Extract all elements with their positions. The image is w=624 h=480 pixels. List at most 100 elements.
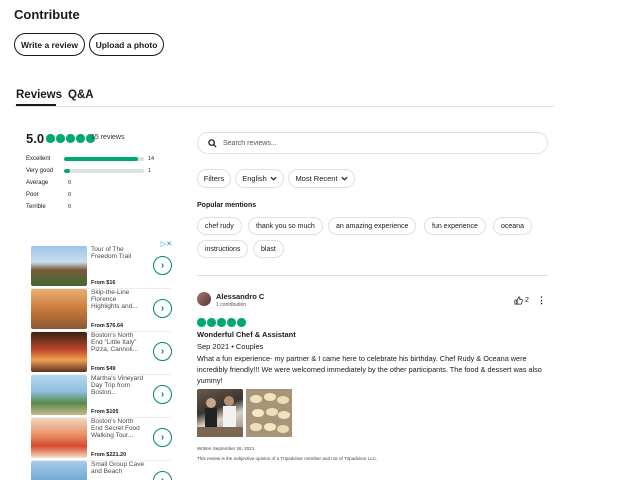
photo-pasta-image	[246, 389, 292, 437]
review-photo[interactable]	[246, 389, 292, 437]
chevron-right-icon[interactable]: ›	[153, 342, 172, 361]
ad-title[interactable]: Tour of The Freedom Trail	[91, 246, 146, 260]
avatar[interactable]	[197, 292, 211, 306]
rating-row-count: 0	[68, 192, 72, 198]
rating-bubble-icon	[66, 134, 75, 143]
mention-chip[interactable]: thank you so much	[248, 217, 323, 235]
review-title[interactable]: Wonderful Chef & Assistant	[197, 330, 296, 339]
ad-panel: ▷✕ Tour of The Freedom Trail From $16 › Ski…	[26, 240, 174, 480]
tabs-divider	[14, 106, 554, 107]
chevron-down-icon	[341, 176, 348, 181]
ad-image[interactable]	[31, 461, 87, 480]
tab-active-indicator	[16, 104, 56, 106]
photo-people-image	[197, 396, 243, 437]
ad-price: From $221.20	[91, 452, 127, 458]
rating-row-count: 0	[68, 180, 72, 186]
review-count: 15 reviews	[91, 134, 125, 141]
ad-image[interactable]	[31, 332, 87, 372]
ad-item[interactable]: Skip-the-Line Florence Highlights and...…	[31, 289, 172, 329]
helpful-count: 2	[525, 297, 529, 304]
chevron-down-icon	[270, 176, 277, 181]
rating-bubble-icon	[237, 318, 246, 327]
ad-image[interactable]	[31, 375, 87, 415]
rating-bubble-icon	[197, 318, 206, 327]
ad-item[interactable]: Small Group Cave and Beach ›	[31, 461, 172, 480]
ad-item[interactable]: Martha's Vineyard Day Trip from Boston..…	[31, 375, 172, 415]
ad-item[interactable]: Boston's North End Secret Food Walking T…	[31, 418, 172, 458]
ad-title[interactable]: Boston's North End "Little Italy" Pizza,…	[91, 332, 146, 353]
contribute-title: Contribute	[14, 7, 80, 22]
review-photo[interactable]	[197, 389, 243, 437]
ad-image[interactable]	[31, 289, 87, 329]
ad-title[interactable]: Skip-the-Line Florence Highlights and...	[91, 289, 146, 310]
rating-row[interactable]: Terrible 0	[26, 204, 71, 210]
tab-qa[interactable]: Q&A	[68, 89, 94, 101]
popular-mentions-title: Popular mentions	[197, 202, 257, 209]
rating-row[interactable]: Poor 0	[26, 192, 71, 198]
written-date: Written September 26, 2021	[197, 446, 255, 451]
ad-price: From $105	[91, 409, 119, 415]
search-input[interactable]	[223, 139, 523, 147]
rating-bubble-icon	[46, 134, 55, 143]
upload-photo-button[interactable]: Upload a photo	[89, 33, 164, 56]
mention-chip[interactable]: instructions	[197, 240, 249, 258]
review-disclaimer: This review is the subjective opinion of…	[197, 456, 378, 461]
rating-bubble-icon	[76, 134, 85, 143]
section-divider	[197, 275, 548, 276]
mention-chip[interactable]: fun experience	[424, 217, 486, 235]
chevron-right-icon[interactable]: ›	[153, 256, 172, 275]
write-review-button[interactable]: Write a review	[14, 33, 85, 56]
rating-bubble-icon	[217, 318, 226, 327]
review-body: What a fun experience- my partner & I ca…	[197, 354, 542, 385]
more-options-icon[interactable]: ⋮	[537, 295, 546, 306]
ad-item[interactable]: Tour of The Freedom Trail From $16 ›	[31, 246, 172, 286]
rating-row-label: Terrible	[26, 204, 46, 210]
rating-row-fill	[64, 169, 70, 173]
filters-button[interactable]: Filters	[197, 169, 231, 188]
ad-image[interactable]	[31, 418, 87, 458]
chevron-right-icon[interactable]: ›	[153, 428, 172, 447]
rating-bubble-icon	[207, 318, 216, 327]
sort-dropdown[interactable]: Most Recent	[288, 169, 355, 188]
contribution-count: 1 contribution	[216, 302, 247, 308]
chevron-right-icon[interactable]: ›	[153, 299, 172, 318]
rating-bubble-icon	[56, 134, 65, 143]
rating-bubble-icon	[227, 318, 236, 327]
mention-chip[interactable]: chef rudy	[197, 217, 242, 235]
reviewer-name[interactable]: Alessandro C	[216, 292, 264, 301]
mention-chip[interactable]: oceana	[493, 217, 532, 235]
rating-row-count: 14	[148, 156, 155, 162]
ad-price: From $49	[91, 366, 116, 372]
ad-title[interactable]: Boston's North End Secret Food Walking T…	[91, 418, 146, 439]
filters-label: Filters	[203, 174, 225, 183]
tab-reviews[interactable]: Reviews	[16, 89, 62, 101]
ad-image[interactable]	[31, 246, 87, 286]
rating-bubbles	[46, 134, 95, 143]
chevron-right-icon[interactable]: ›	[153, 471, 172, 480]
ad-title[interactable]: Martha's Vineyard Day Trip from Boston..…	[91, 375, 146, 396]
language-dropdown[interactable]: English	[235, 169, 284, 188]
chevron-right-icon[interactable]: ›	[153, 385, 172, 404]
mention-chip[interactable]: blast	[253, 240, 284, 258]
rating-row[interactable]: Average 0	[26, 180, 71, 186]
ad-title[interactable]: Small Group Cave and Beach	[91, 461, 146, 475]
ad-item[interactable]: Boston's North End "Little Italy" Pizza,…	[31, 332, 172, 372]
search-box[interactable]	[197, 132, 548, 154]
search-icon	[208, 138, 217, 148]
rating-row[interactable]: Excellent 14	[26, 156, 154, 162]
rating-row-count: 1	[148, 168, 152, 174]
thumbs-up-icon	[514, 296, 523, 305]
rating-row-count: 0	[68, 204, 72, 210]
rating-row-label: Poor	[26, 192, 39, 198]
ad-price: From $76.64	[91, 323, 124, 329]
rating-row[interactable]: Very good 1	[26, 168, 151, 174]
helpful-button[interactable]: 2	[514, 296, 529, 305]
rating-row-fill	[64, 157, 139, 161]
rating-row-label: Very good	[26, 168, 54, 174]
ad-price: From $16	[91, 280, 116, 286]
sort-label: Most Recent	[295, 174, 338, 183]
language-label: English	[242, 174, 267, 183]
rating-row-bar	[64, 157, 144, 161]
review-meta: Sep 2021 • Couples	[197, 342, 264, 351]
mention-chip[interactable]: an amazing experience	[328, 217, 417, 235]
